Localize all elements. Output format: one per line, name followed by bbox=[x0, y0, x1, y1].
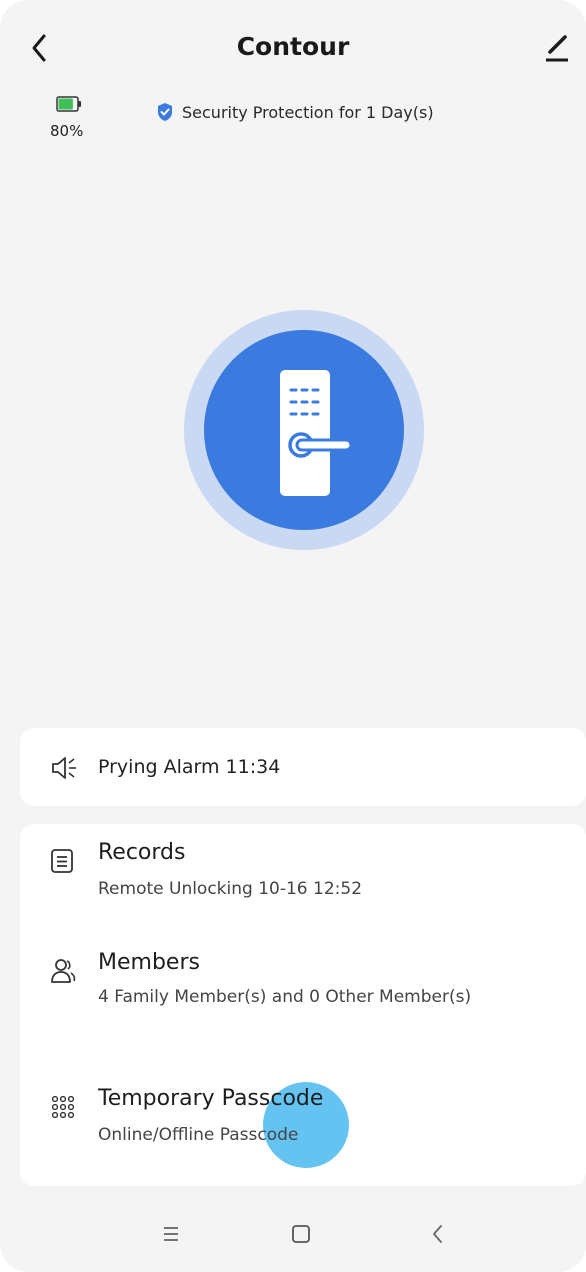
pencil-icon bbox=[546, 35, 568, 62]
nav-home-button[interactable] bbox=[281, 1214, 321, 1254]
menu-icon bbox=[164, 1227, 178, 1241]
back-chevron-icon bbox=[433, 1225, 442, 1243]
edit-button[interactable] bbox=[540, 30, 576, 66]
alarm-text: Prying Alarm 11:34 bbox=[98, 756, 281, 778]
keypad-icon bbox=[51, 1095, 75, 1119]
home-square-icon bbox=[292, 1225, 310, 1243]
users-icon bbox=[51, 959, 76, 983]
nav-back-button[interactable] bbox=[418, 1214, 458, 1254]
members-title: Members bbox=[98, 950, 200, 975]
header: Contour bbox=[0, 0, 586, 96]
system-nav-bar bbox=[0, 1196, 586, 1272]
records-title: Records bbox=[98, 840, 186, 865]
door-lock-icon bbox=[280, 370, 352, 496]
records-subtitle: Remote Unlocking 10-16 12:52 bbox=[98, 879, 363, 899]
battery-percent: 80% bbox=[50, 122, 84, 140]
page-title: Contour bbox=[236, 32, 350, 61]
temporary-passcode-title: Temporary Passcode bbox=[98, 1086, 324, 1111]
security-text: Security Protection for 1 Day(s) bbox=[182, 102, 434, 122]
speaker-alarm-icon bbox=[52, 757, 76, 779]
menu-card: Records Remote Unlocking 10-16 12:52 Mem… bbox=[20, 824, 586, 1186]
document-list-icon bbox=[51, 849, 73, 873]
app-screen: Contour 80% Security Protection for 1 Da… bbox=[0, 0, 586, 1272]
members-subtitle: 4 Family Member(s) and 0 Other Member(s) bbox=[98, 987, 472, 1007]
security-status: Security Protection for 1 Day(s) bbox=[156, 100, 434, 124]
lock-button[interactable] bbox=[184, 310, 424, 550]
shield-check-icon bbox=[158, 103, 172, 121]
temporary-passcode-subtitle: Online/Offline Passcode bbox=[98, 1125, 299, 1145]
alarm-card[interactable]: Prying Alarm 11:34 bbox=[20, 728, 586, 806]
nav-menu-button[interactable] bbox=[151, 1214, 191, 1254]
battery-icon bbox=[56, 96, 81, 112]
lock-button-inner bbox=[204, 330, 404, 530]
